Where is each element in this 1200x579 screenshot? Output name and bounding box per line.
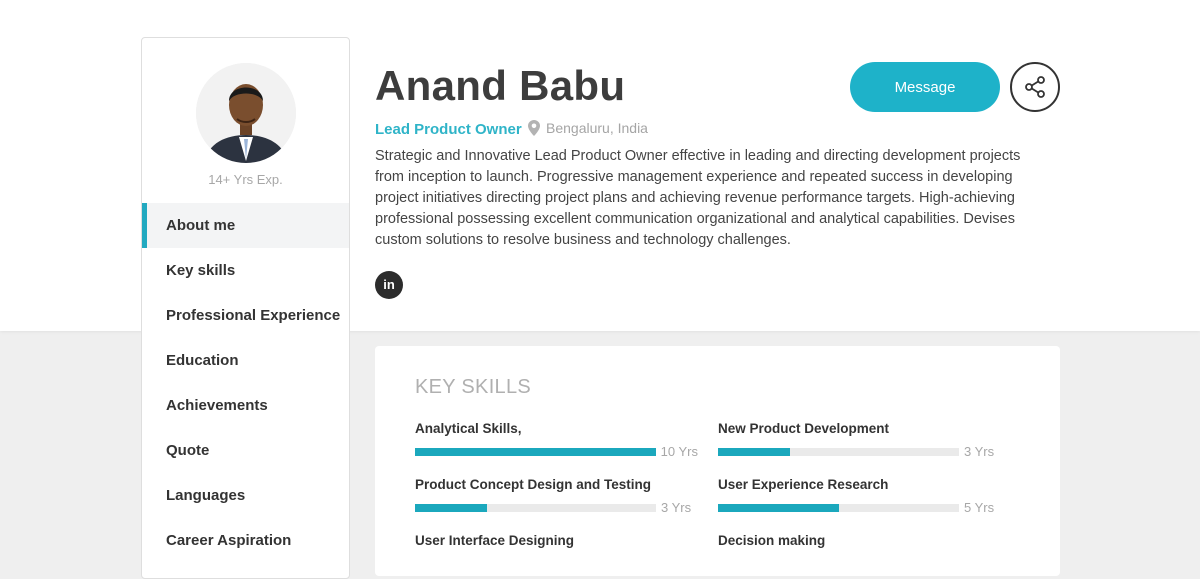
skill-bar [718, 503, 959, 512]
skill-item: User Experience Research 5 Yrs [718, 477, 1001, 515]
sidebar-nav: About me Key skills Professional Experie… [142, 203, 349, 563]
sidebar-item-achievements[interactable]: Achievements [142, 383, 349, 428]
avatar [196, 63, 296, 163]
skill-years: 3 Yrs [964, 444, 995, 459]
key-skills-card: KEY SKILLS Analytical Skills, 10 Yrs New… [375, 346, 1060, 576]
skill-name: Product Concept Design and Testing [415, 477, 652, 492]
skill-years: 10 Yrs [660, 444, 698, 459]
sidebar-item-quote[interactable]: Quote [142, 428, 349, 473]
skill-item: Product Concept Design and Testing 3 Yrs [415, 477, 698, 515]
location-text: Bengaluru, India [546, 120, 648, 136]
experience-label: 14+ Yrs Exp. [208, 172, 283, 187]
key-skills-title: KEY SKILLS [415, 376, 532, 398]
profile-location: Bengaluru, India [528, 120, 648, 136]
skill-years: 3 Yrs [661, 500, 692, 515]
skill-bar [415, 503, 656, 512]
sidebar-item-career-aspiration[interactable]: Career Aspiration [142, 518, 349, 563]
skill-name: Decision making [718, 533, 826, 548]
skill-item: User Interface Designing [415, 533, 698, 551]
skill-item: Decision making [718, 533, 1001, 551]
sidebar-item-professional-experience[interactable]: Professional Experience [142, 293, 349, 338]
skill-name: User Interface Designing [415, 533, 575, 548]
linkedin-icon[interactable]: in [375, 271, 403, 299]
skill-bar-fill [415, 503, 488, 512]
skill-item: New Product Development 3 Yrs [718, 421, 1001, 459]
sidebar-item-key-skills[interactable]: Key skills [142, 248, 349, 293]
sidebar-item-education[interactable]: Education [142, 338, 349, 383]
skill-bar-fill [718, 503, 839, 512]
profile-role: Lead Product Owner [375, 121, 522, 138]
share-button[interactable] [1010, 62, 1060, 112]
skill-bar-fill [415, 447, 656, 456]
sidebar-item-about-me[interactable]: About me [142, 203, 349, 248]
avatar-photo [196, 63, 296, 163]
skill-name: Analytical Skills, [415, 421, 522, 436]
skill-item: Analytical Skills, 10 Yrs [415, 421, 698, 459]
message-button[interactable]: Message [850, 62, 1000, 112]
skill-bar [415, 447, 656, 456]
profile-name: Anand Babu [375, 62, 626, 109]
profile-bio: Strategic and Innovative Lead Product Ow… [375, 148, 1021, 248]
skill-name: New Product Development [718, 421, 890, 436]
skill-bar-fill [718, 447, 791, 456]
sidebar-item-languages[interactable]: Languages [142, 473, 349, 518]
share-icon [1025, 76, 1045, 98]
skill-bar [718, 447, 959, 456]
skill-years: 5 Yrs [964, 500, 995, 515]
location-pin-icon [528, 120, 540, 136]
skill-name: User Experience Research [718, 477, 889, 492]
profile-sidebar: 14+ Yrs Exp. About me Key skills Profess… [141, 37, 350, 579]
